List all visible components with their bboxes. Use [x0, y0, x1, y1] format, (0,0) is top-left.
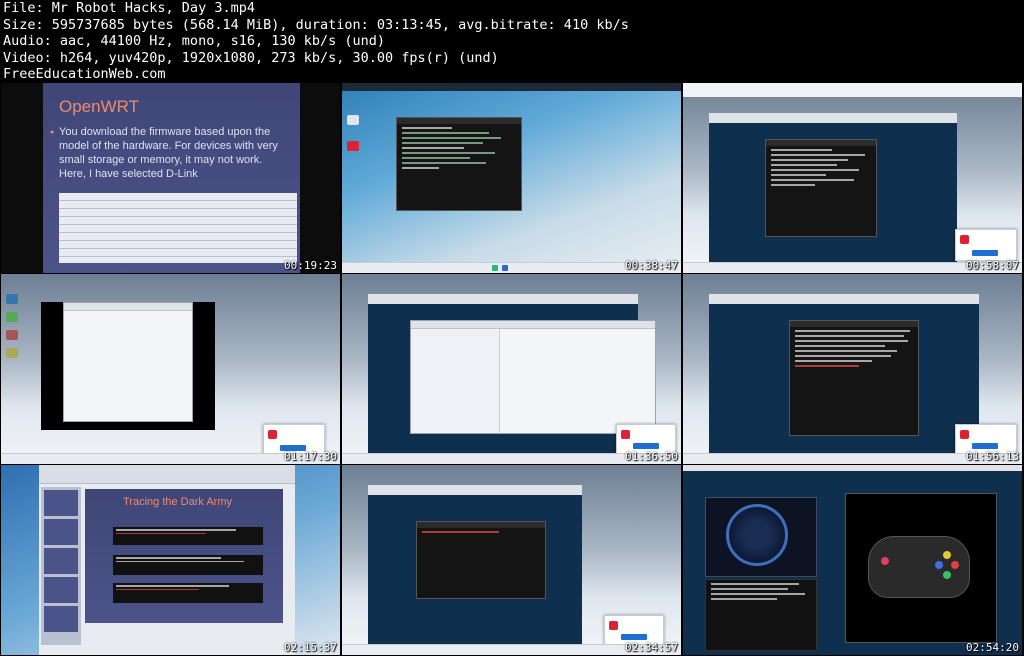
- thumbnail-9[interactable]: 02:54:20: [683, 465, 1022, 655]
- thumbnail-8[interactable]: 02:34:57: [342, 465, 681, 655]
- vm-screen[interactable]: [368, 485, 582, 645]
- slide-thumbnails-pane[interactable]: [41, 487, 81, 645]
- timestamp: 02:34:57: [625, 641, 678, 654]
- vm-screen[interactable]: [709, 113, 957, 273]
- notification-popup[interactable]: [955, 229, 1017, 261]
- timestamp: 02:15:37: [284, 641, 337, 654]
- slide-title: OpenWRT: [59, 97, 139, 116]
- slide-bullet-text: You download the firmware based upon the…: [50, 125, 289, 181]
- thumbnail-1[interactable]: OpenWRT You download the firmware based …: [1, 83, 340, 273]
- terminal-window[interactable]: [416, 521, 546, 599]
- video-info-line: Video: h264, yuv420p, 1920x1080, 273 kb/…: [3, 49, 499, 66]
- timestamp: 01:17:30: [284, 450, 337, 463]
- thumbnail-3[interactable]: 00:58:07: [683, 83, 1022, 273]
- file-size-line: Size: 595737685 bytes (568.14 MiB), dura…: [3, 16, 629, 33]
- gauge-panel: [705, 497, 817, 577]
- timestamp: 00:58:07: [966, 259, 1019, 272]
- timestamp: 00:19:23: [284, 259, 337, 272]
- timestamp: 01:56:13: [966, 450, 1019, 463]
- thumbnail-6[interactable]: 01:56:13: [683, 274, 1022, 464]
- file-explorer-window[interactable]: [410, 320, 656, 434]
- slide-openwrt: OpenWRT You download the firmware based …: [43, 83, 300, 273]
- controller-window[interactable]: [845, 493, 997, 643]
- timestamp: 00:38:47: [625, 259, 678, 272]
- file-name-line: File: Mr Robot Hacks, Day 3.mp4: [3, 0, 255, 16]
- thumbnail-5[interactable]: 01:36:50: [342, 274, 681, 464]
- thumbnail-2[interactable]: 00:38:47: [342, 83, 681, 273]
- thumbnail-4[interactable]: 01:17:30: [1, 274, 340, 464]
- slide-dark-army: Tracing the Dark Army: [85, 489, 283, 623]
- timestamp: 02:54:20: [966, 641, 1019, 654]
- log-window[interactable]: [705, 579, 817, 651]
- gamepad-image: [868, 536, 970, 598]
- terminal-window[interactable]: [765, 139, 877, 237]
- vm-screen[interactable]: [709, 294, 979, 454]
- terminal-window[interactable]: [789, 320, 919, 436]
- video-info-header: File: Mr Robot Hacks, Day 3.mp4 Size: 59…: [3, 0, 1003, 83]
- thumbnail-7[interactable]: Tracing the Dark Army 02:15:37: [1, 465, 340, 655]
- website-watermark: FreeEducationWeb.com: [3, 66, 166, 82]
- slide-title: Tracing the Dark Army: [123, 496, 233, 508]
- terminal-window[interactable]: [396, 117, 522, 211]
- audio-info-line: Audio: aac, 44100 Hz, mono, s16, 130 kb/…: [3, 33, 386, 49]
- timestamp: 01:36:50: [625, 450, 678, 463]
- properties-dialog[interactable]: [63, 302, 193, 422]
- firmware-table: [59, 193, 297, 263]
